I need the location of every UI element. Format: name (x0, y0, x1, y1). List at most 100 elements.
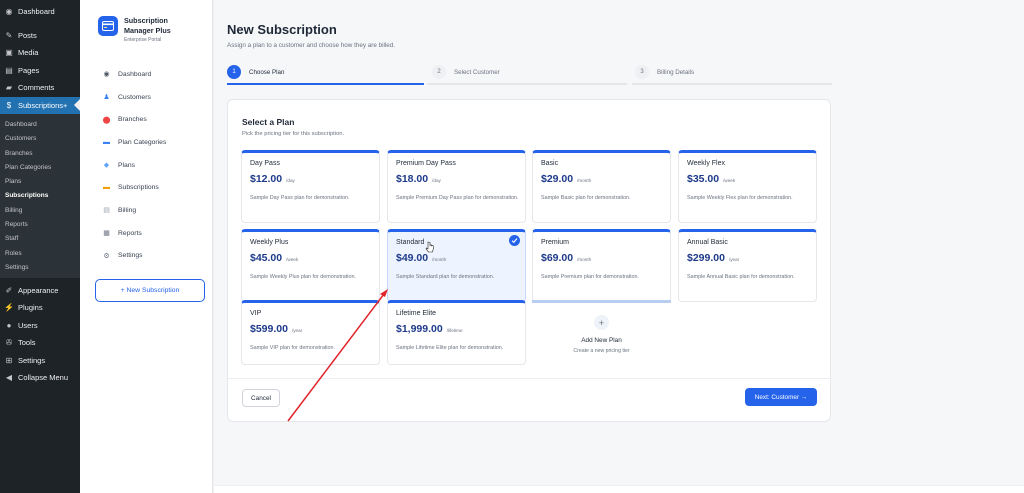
divider (228, 378, 832, 379)
wp-submenu-dashboard[interactable]: Dashboard (0, 118, 80, 132)
card-icon: ▬ (103, 184, 110, 192)
wp-submenu-subscriptions[interactable]: Subscriptions (0, 189, 80, 203)
plan-card-weekly-flex[interactable]: Weekly Flex $35.00/week Sample Weekly Flex… (678, 150, 817, 223)
wp-menu-tools[interactable]: ✇ Tools (0, 334, 80, 352)
step-select-customer[interactable]: 2 Select Customer (432, 60, 500, 84)
tag-icon: ◆ (103, 162, 110, 170)
plugin-nav-label: Reports (118, 229, 142, 237)
plan-price-row: $599.00/year (250, 323, 302, 335)
plan-description: Sample Weekly Flex plan for demonstratio… (687, 195, 793, 201)
wp-submenu-roles[interactable]: Roles (0, 247, 80, 261)
plan-description: Sample Premium Day Pass plan for demonst… (396, 195, 519, 201)
plugin-sidebar: Subscription Manager Plus Enterprise Por… (80, 0, 213, 493)
plan-name: Weekly Flex (687, 160, 725, 167)
plan-price-row: $49.00/month (396, 252, 446, 264)
wp-menu-appearance[interactable]: ✐ Appearance (0, 281, 80, 299)
checkmark-icon (509, 235, 520, 246)
plan-period: /day (432, 178, 441, 183)
wp-menu-label: Appearance (18, 285, 59, 295)
wp-menu-collapse-menu[interactable]: ◀ Collapse Menu (0, 369, 80, 387)
wp-menu-plugins[interactable]: ⚡ Plugins (0, 299, 80, 317)
credit-card-icon (98, 16, 118, 36)
step-label: Select Customer (454, 68, 500, 76)
wp-menu-label: Pages (18, 65, 40, 75)
plan-card-premium-day-pass[interactable]: Premium Day Pass $18.00/day Sample Premium… (387, 150, 526, 223)
next-customer-button[interactable]: Next: Customer → (745, 388, 817, 406)
wp-submenu-plans[interactable]: Plans (0, 175, 80, 189)
plan-price: $12.00 (250, 173, 283, 185)
wp-menu-dashboard[interactable]: ◉ Dashboard (0, 3, 80, 21)
plan-price-row: $29.00/month (541, 173, 591, 185)
plugin-nav-label: Plans (118, 161, 136, 169)
step-number: 3 (635, 65, 649, 79)
plan-period: /day (286, 178, 295, 183)
wp-menu-settings[interactable]: ⊞ Settings (0, 351, 80, 369)
step-billing-details[interactable]: 3 Billing Details (635, 60, 694, 84)
plan-card-standard[interactable]: Standard $49.00/month Sample Standard plan… (387, 229, 526, 302)
section-title: Select a Plan (242, 117, 295, 127)
page-title: New Subscription (227, 22, 337, 37)
step-progress-inactive (632, 83, 832, 85)
step-choose-plan[interactable]: 1 Choose Plan (227, 60, 284, 84)
plugin-nav-billing[interactable]: ▤ Billing (80, 199, 212, 222)
plan-period: /month (432, 257, 447, 262)
add-plan-title: Add New Plan (581, 337, 622, 344)
plugin-nav-plans[interactable]: ◆ Plans (80, 154, 212, 177)
plugin-nav-subscriptions[interactable]: ▬ Subscriptions (80, 176, 212, 199)
plugin-nav: ◉ Dashboard ♟ Customers ⬤ Branches ▬ Plan Categ… (80, 63, 212, 267)
plugin-nav-settings[interactable]: ⚙ Settings (80, 245, 212, 268)
plugin-nav-label: Subscriptions (118, 184, 159, 192)
plan-price-row: $12.00/day (250, 173, 295, 185)
wp-menu-users[interactable]: ● Users (0, 316, 80, 334)
plugin-nav-reports[interactable]: ▦ Reports (80, 222, 212, 245)
plan-price: $599.00 (250, 323, 288, 335)
new-subscription-button[interactable]: + New Subscription (95, 279, 205, 302)
step-label: Choose Plan (249, 68, 285, 76)
plan-card-day-pass[interactable]: Day Pass $12.00/day Sample Day Pass plan f… (241, 150, 380, 223)
plan-period: /year (291, 328, 303, 333)
plan-description: Sample Premium plan for demonstration. (541, 274, 639, 280)
plugin-nav-branches[interactable]: ⬤ Branches (80, 108, 212, 131)
wp-menu-subscriptions-plus[interactable]: $ Subscriptions+ (0, 96, 80, 114)
plan-card-weekly-plus[interactable]: Weekly Plus $45.00/week Sample Weekly Plus… (241, 229, 380, 302)
wp-submenu-reports[interactable]: Reports (0, 218, 80, 232)
wp-menu-pages[interactable]: ▤ Pages (0, 62, 80, 80)
plugin-nav-label: Plan Categories (118, 138, 167, 146)
wp-submenu-customers[interactable]: Customers (0, 132, 80, 146)
customers-icon: ♟ (103, 94, 110, 102)
dashboard-icon: ◉ (5, 7, 13, 17)
wp-submenu-settings[interactable]: Settings (0, 261, 80, 275)
cancel-button[interactable]: Cancel (242, 389, 280, 407)
plan-period: /lifetime (446, 328, 463, 333)
wp-submenu-billing[interactable]: Billing (0, 204, 80, 218)
plan-price-row: $18.00/day (396, 173, 441, 185)
wp-menu-comments[interactable]: ▰ Comments (0, 79, 80, 97)
plan-price: $35.00 (687, 173, 720, 185)
plan-card-vip[interactable]: VIP $599.00/year Sample VIP plan for demon… (241, 300, 380, 365)
add-plan-subtitle: Create a new pricing tier (573, 348, 630, 354)
plan-card-lifetime-elite[interactable]: Lifetime Elite $1,999.00/lifetime Sample L… (387, 300, 526, 365)
plan-card-annual-basic[interactable]: Annual Basic $299.00/year Sample Annual Ba… (678, 229, 817, 302)
wp-submenu-staff[interactable]: Staff (0, 232, 80, 246)
media-icon: ▣ (5, 48, 13, 58)
wp-menu-label: Dashboard (18, 7, 55, 17)
wp-menu-posts[interactable]: ✎ Posts (0, 27, 80, 45)
plugin-nav-dashboard[interactable]: ◉ Dashboard (80, 63, 212, 86)
add-new-plan-tile[interactable]: + Add New Plan Create a new pricing tier (532, 300, 671, 365)
plugin-nav-customers[interactable]: ♟ Customers (80, 86, 212, 109)
plan-period: /week (723, 178, 736, 183)
plan-card-basic[interactable]: Basic $29.00/month Sample Basic plan for d… (532, 150, 671, 223)
plan-name: Premium Day Pass (396, 160, 456, 167)
plan-name: Weekly Plus (250, 239, 289, 246)
plan-description: Sample Weekly Plus plan for demonstratio… (250, 274, 356, 280)
plan-card-premium[interactable]: Premium $69.00/month Sample Premium plan f… (532, 229, 671, 302)
wp-submenu-plan-categories[interactable]: Plan Categories (0, 161, 80, 175)
plugin-nav-label: Billing (118, 206, 137, 214)
wp-admin-menu: ◉ Dashboard ✎ Posts ▣ Media ▤ Pages ▰ Comments $… (0, 0, 80, 493)
wp-menu-media[interactable]: ▣ Media (0, 44, 80, 62)
brand: Subscription Manager Plus Enterprise Por… (80, 0, 212, 43)
gear-icon: ⚙ (103, 252, 110, 260)
plugin-nav-plan-categories[interactable]: ▬ Plan Categories (80, 131, 212, 154)
wp-submenu-branches[interactable]: Branches (0, 147, 80, 161)
wp-menu-label: Media (18, 48, 39, 58)
